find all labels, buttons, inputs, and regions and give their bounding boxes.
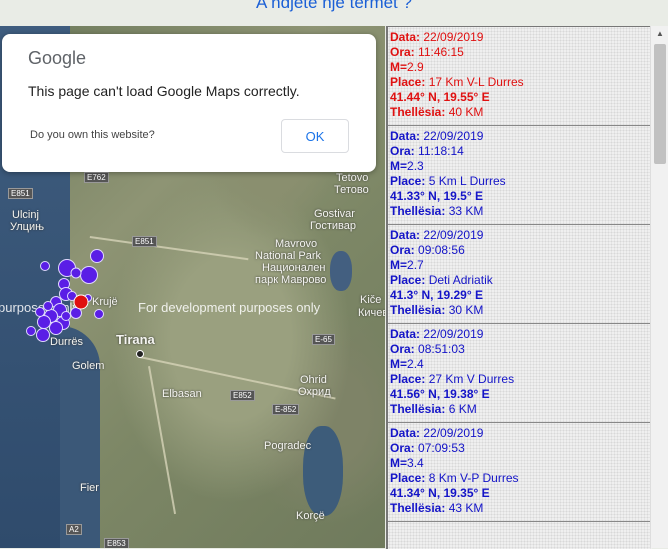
entry-place: Place: 8 Km V-P Durres — [390, 471, 519, 485]
scrollbar-thumb[interactable] — [654, 44, 666, 164]
entry-time: Ora: 11:18:14 — [390, 144, 464, 158]
earthquake-entry[interactable]: Data: 22/09/2019 Ora: 11:18:14 M=2.3 Place:… — [388, 126, 652, 225]
road-shield: A2 — [66, 524, 82, 535]
entry-date: Data: 22/09/2019 — [390, 30, 484, 44]
road-shield: E-65 — [312, 334, 335, 345]
map-label-tetovo: Tetovo — [336, 172, 369, 184]
earthquake-entry[interactable]: Data: 22/09/2019 Ora: 08:51:03 M=2.4 Place:… — [388, 324, 652, 423]
capital-dot-icon — [136, 350, 144, 358]
entry-depth: Thellësia: 43 KM — [390, 501, 484, 515]
earthquake-entry[interactable]: Data: 22/09/2019 Ora: 07:09:53 M=3.4 Place:… — [388, 423, 652, 522]
map-label-mavrovo: Mavrovo — [275, 238, 318, 250]
map-label-ohrid-cyr: Охрид — [298, 386, 331, 398]
entry-date: Data: 22/09/2019 — [390, 426, 484, 440]
entry-place: Place: 17 Km V-L Durres — [390, 75, 524, 89]
map-label-ohrid: Ohrid — [300, 374, 327, 386]
map-label-national-park: National Park — [255, 250, 322, 262]
road-shield: E852 — [230, 390, 255, 401]
map-label-tetovo-cyr: Тетово — [334, 184, 369, 196]
map-label-ulcinj-cyr: Улцињ — [10, 221, 45, 233]
quake-marker[interactable] — [94, 309, 104, 319]
map-label-kicevo-cyr: Кичево — [358, 307, 385, 319]
entry-magnitude: M=2.9 — [390, 60, 424, 74]
lake-mavrovo — [330, 251, 352, 291]
map-label-korce: Korçë — [296, 510, 325, 522]
road-shield: E853 — [104, 538, 129, 548]
map-label-mavrovo-park-cyr: парк Маврово — [255, 274, 327, 286]
entry-place: Place: Deti Adriatik — [390, 273, 493, 287]
quake-marker[interactable] — [90, 249, 104, 263]
quake-marker[interactable] — [40, 261, 50, 271]
map-label-tirana: Tirana — [116, 332, 155, 347]
dialog-question: Do you own this website? — [30, 129, 155, 141]
entry-coords: 41.33° N, 19.5° E — [390, 189, 483, 203]
map-label-durres: Durrës — [50, 336, 84, 348]
map-label-fier: Fier — [80, 482, 99, 494]
map-label-mavrovo-cyr: Национален — [262, 262, 326, 274]
entry-time: Ora: 09:08:56 — [390, 243, 465, 257]
map-label-kicevo: Kiče — [360, 294, 382, 306]
entry-place: Place: 27 Km V Durres — [390, 372, 515, 386]
road — [89, 236, 249, 261]
entry-coords: 41.34° N, 19.35° E — [390, 486, 490, 500]
quake-marker[interactable] — [35, 307, 45, 317]
map-label-golem: Golem — [72, 360, 105, 372]
dev-watermark-right: For development purposes only — [138, 300, 321, 315]
entry-place: Place: 5 Km L Durres — [390, 174, 506, 188]
quake-marker[interactable] — [70, 267, 82, 279]
quake-marker[interactable] — [36, 328, 50, 342]
entry-magnitude: M=2.4 — [390, 357, 424, 371]
map-label-gostivar: Gostivar — [314, 208, 355, 220]
entry-date: Data: 22/09/2019 — [390, 327, 484, 341]
earthquake-entry[interactable]: Data: 22/09/2019 Ora: 11:46:15 M=2.9 Place:… — [388, 27, 652, 126]
road-shield: E851 — [132, 236, 157, 247]
quake-marker[interactable] — [61, 311, 71, 321]
entry-depth: Thellësia: 33 KM — [390, 204, 484, 218]
road-shield: E762 — [84, 172, 109, 183]
maps-error-dialog: Google This page can't load Google Maps … — [2, 34, 376, 172]
map-label-ulcinj: Ulcinj — [12, 209, 39, 221]
dialog-message: This page can't load Google Maps correct… — [28, 83, 300, 99]
map-label-pogradec: Pogradec — [264, 440, 312, 452]
entry-depth: Thellësia: 30 KM — [390, 303, 484, 317]
google-logo: Google — [28, 48, 87, 68]
scroll-up-icon[interactable]: ▲ — [651, 26, 668, 42]
entry-coords: 41.3° N, 19.29° E — [390, 288, 483, 302]
page-title: A ndjetë një tërmet ? — [256, 0, 412, 12]
entry-date: Data: 22/09/2019 — [390, 129, 484, 143]
entry-depth: Thellësia: 40 KM — [390, 105, 484, 119]
entry-time: Ora: 07:09:53 — [390, 441, 465, 455]
quake-marker[interactable] — [49, 321, 63, 335]
entry-time: Ora: 11:46:15 — [390, 45, 464, 59]
map-label-gostivar-cyr: Гостивар — [310, 220, 356, 232]
entry-time: Ora: 08:51:03 — [390, 342, 465, 356]
entry-depth: Thellësia: 6 KM — [390, 402, 477, 416]
road-shield: E851 — [8, 188, 33, 199]
entry-date: Data: 22/09/2019 — [390, 228, 484, 242]
list-scrollbar[interactable]: ▲ — [650, 26, 668, 548]
map-label-kruje: Krujë — [92, 296, 118, 308]
map-label-elbasan: Elbasan — [162, 388, 202, 400]
entry-magnitude: M=2.7 — [390, 258, 424, 272]
earthquake-list[interactable]: Data: 22/09/2019 Ora: 11:46:15 M=2.9 Place:… — [386, 26, 652, 549]
entry-coords: 41.56° N, 19.38° E — [390, 387, 490, 401]
entry-magnitude: M=2.3 — [390, 159, 424, 173]
entry-coords: 41.44° N, 19.55° E — [390, 90, 490, 104]
earthquake-entry[interactable]: Data: 22/09/2019 Ora: 09:08:56 M=2.7 Place:… — [388, 225, 652, 324]
quake-marker[interactable] — [26, 326, 36, 336]
road-shield: E-852 — [272, 404, 300, 415]
quake-marker[interactable] — [80, 266, 98, 284]
latest-quake-marker[interactable] — [73, 294, 89, 310]
entry-magnitude: M=3.4 — [390, 456, 424, 470]
ok-button[interactable]: OK — [281, 119, 349, 153]
